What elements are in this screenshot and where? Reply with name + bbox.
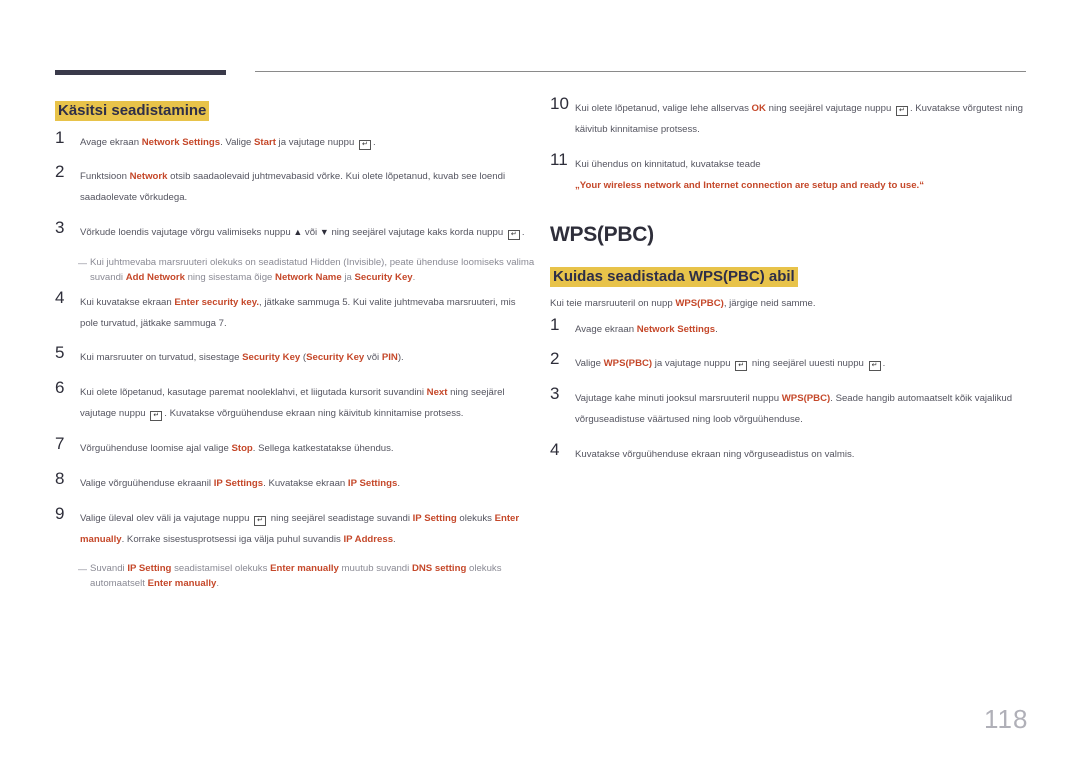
up-arrow-icon: ▲ bbox=[293, 227, 303, 237]
enter-key-icon: ↵ bbox=[150, 411, 163, 421]
step-text: Kui olete lõpetanud, kasutage paremat no… bbox=[80, 387, 505, 421]
step-number: 8 bbox=[55, 469, 65, 488]
step-number: 3 bbox=[550, 384, 560, 403]
step-text: Kui marsruuter on turvatud, sisestage Se… bbox=[80, 352, 404, 363]
step-number: 7 bbox=[55, 434, 65, 453]
step-text: Avage ekraan Network Settings. bbox=[575, 324, 718, 335]
wps-intro: Kui teie marsruuteril on nupp WPS(PBC), … bbox=[550, 298, 816, 309]
enter-key-icon: ↵ bbox=[254, 516, 267, 526]
step-number: 9 bbox=[55, 504, 65, 523]
step-text: Kui kuvatakse ekraan Enter security key.… bbox=[80, 297, 516, 329]
note-dash-icon: — bbox=[78, 258, 87, 268]
enter-key-icon: ↵ bbox=[507, 230, 520, 240]
note-dash-icon: — bbox=[78, 564, 87, 574]
step-number: 11 bbox=[550, 150, 568, 169]
step-text: Võrguühenduse loomise ajal valige Stop. … bbox=[80, 443, 394, 454]
confirmation-message: „Your wireless network and Internet conn… bbox=[575, 180, 925, 191]
step-number: 1 bbox=[550, 315, 560, 334]
step-number: 2 bbox=[550, 349, 560, 368]
enter-key-icon: ↵ bbox=[895, 106, 908, 116]
step-number: 4 bbox=[55, 288, 65, 307]
enter-key-icon: ↵ bbox=[868, 361, 881, 371]
enter-key-icon: ↵ bbox=[735, 361, 748, 371]
down-arrow-icon: ▼ bbox=[319, 227, 329, 237]
step-number: 10 bbox=[550, 94, 569, 113]
step-text: Funktsioon Network otsib saadaolevaid ju… bbox=[80, 171, 506, 203]
step-text: Kuvatakse võrguühenduse ekraan ning võrg… bbox=[575, 449, 855, 460]
step-number: 4 bbox=[550, 440, 560, 459]
step-number: 1 bbox=[55, 128, 65, 147]
step-text: Võrkude loendis vajutage võrgu valimisek… bbox=[80, 227, 525, 240]
header-accent-bar bbox=[55, 70, 226, 75]
step-number: 6 bbox=[55, 378, 65, 397]
page-number: 118 bbox=[984, 704, 1029, 734]
step-text: Vajutage kahe minuti jooksul marsruuteri… bbox=[575, 393, 1013, 425]
step-text: Valige üleval olev väli ja vajutage nupp… bbox=[80, 513, 520, 545]
step-text: Valige võrguühenduse ekraanil IP Setting… bbox=[80, 478, 400, 489]
step-number: 2 bbox=[55, 162, 65, 181]
step-text: Valige WPS(PBC) ja vajutage nuppu ↵ ning… bbox=[575, 358, 886, 371]
page-title-wps: WPS(PBC) bbox=[550, 223, 654, 246]
step-number: 3 bbox=[55, 218, 65, 237]
enter-key-icon: ↵ bbox=[358, 140, 371, 150]
step-text: Avage ekraan Network Settings. Valige St… bbox=[80, 137, 376, 150]
note-text: — Kui juhtmevaba marsruuteri olekuks on s… bbox=[78, 257, 535, 283]
step-text: Kui olete lõpetanud, valige lehe allserv… bbox=[575, 103, 1024, 135]
header-rule bbox=[255, 71, 1026, 72]
section-heading-wps: Kuidas seadistada WPS(PBC) abil bbox=[550, 267, 798, 287]
note-text: — Suvandi IP Setting seadistamisel olekuk… bbox=[78, 563, 502, 589]
section-heading-manual: Käsitsi seadistamine bbox=[55, 101, 210, 121]
step-number: 5 bbox=[55, 343, 65, 362]
step-text: Kui ühendus on kinnitatud, kuvatakse tea… bbox=[575, 159, 925, 191]
